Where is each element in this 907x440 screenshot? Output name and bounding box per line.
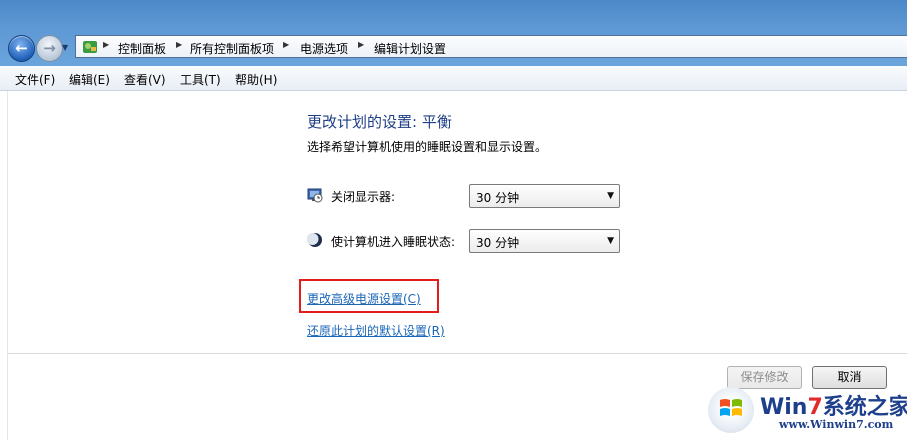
page-subtitle: 选择希望计算机使用的睡眠设置和显示设置。 bbox=[307, 140, 548, 154]
highlight-box bbox=[299, 279, 439, 313]
chevron-down-icon: ▼ bbox=[607, 236, 614, 246]
content-pane: 更改计划的设置: 平衡 选择希望计算机使用的睡眠设置和显示设置。 关闭显示器: … bbox=[0, 91, 907, 440]
arrow-left-icon: ← bbox=[15, 39, 28, 57]
display-off-dropdown[interactable]: 30 分钟 ▼ bbox=[469, 184, 620, 208]
title-bar: ← → ▼ ▶ 控制面板 ▶ 所有控制面板项 ▶ 电源选项 ▶ 编辑计划设置 bbox=[0, 0, 907, 66]
menu-bar: 文件(F) 编辑(E) 查看(V) 工具(T) 帮助(H) bbox=[0, 66, 907, 91]
watermark-url: www.Winwin7.com bbox=[779, 418, 894, 431]
menu-help[interactable]: 帮助(H) bbox=[235, 71, 277, 88]
breadcrumb-separator-icon[interactable]: ▶ bbox=[358, 40, 364, 49]
arrow-right-icon: → bbox=[43, 39, 56, 57]
breadcrumb-control-panel[interactable]: 控制面板 bbox=[118, 40, 166, 57]
windows-flag-icon bbox=[720, 399, 742, 416]
moon-icon bbox=[307, 233, 322, 247]
watermark-logo: Win7系统之家 www.Winwin7.com bbox=[705, 383, 907, 440]
breadcrumb-all-items[interactable]: 所有控制面板项 bbox=[190, 40, 274, 57]
menu-tools[interactable]: 工具(T) bbox=[180, 71, 221, 88]
footer-divider bbox=[8, 353, 907, 354]
watermark-brand: Win7系统之家 bbox=[760, 395, 907, 420]
breadcrumb-separator-icon[interactable]: ▶ bbox=[176, 40, 182, 49]
display-off-value: 30 分钟 bbox=[476, 191, 520, 205]
breadcrumb-separator-icon[interactable]: ▶ bbox=[283, 40, 289, 49]
chevron-down-icon: ▼ bbox=[607, 191, 614, 201]
menu-file[interactable]: 文件(F) bbox=[15, 71, 55, 88]
back-button[interactable]: ← bbox=[8, 35, 35, 62]
menu-view[interactable]: 查看(V) bbox=[124, 71, 166, 88]
breadcrumb-separator-icon[interactable]: ▶ bbox=[103, 40, 109, 49]
sleep-value: 30 分钟 bbox=[476, 236, 520, 250]
display-off-label: 关闭显示器: bbox=[331, 190, 396, 204]
sleep-label: 使计算机进入睡眠状态: bbox=[331, 235, 456, 249]
breadcrumb-power-options[interactable]: 电源选项 bbox=[300, 40, 348, 57]
breadcrumb-edit-plan[interactable]: 编辑计划设置 bbox=[374, 40, 446, 57]
sleep-dropdown[interactable]: 30 分钟 ▼ bbox=[469, 229, 620, 253]
forward-button[interactable]: → bbox=[36, 35, 63, 62]
restore-defaults-link[interactable]: 还原此计划的默认设置(R) bbox=[307, 322, 445, 339]
address-bar[interactable]: ▶ 控制面板 ▶ 所有控制面板项 ▶ 电源选项 ▶ 编辑计划设置 bbox=[75, 35, 907, 58]
recent-pages-chevron-down-icon[interactable]: ▼ bbox=[62, 43, 68, 52]
control-panel-icon bbox=[83, 41, 97, 53]
page-title: 更改计划的设置: 平衡 bbox=[307, 113, 452, 131]
menu-edit[interactable]: 编辑(E) bbox=[69, 71, 110, 88]
monitor-clock-icon bbox=[307, 188, 323, 203]
left-border bbox=[7, 91, 8, 440]
